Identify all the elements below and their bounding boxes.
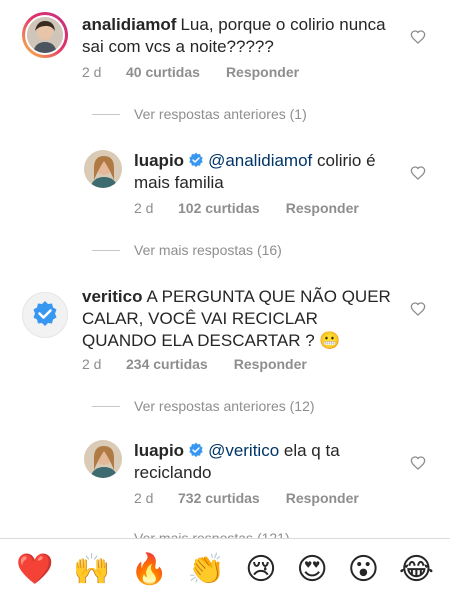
comment-analidiamof: analidiamof Lua, porque o colirio nunca s… (0, 0, 450, 95)
avatar-photo-icon (84, 150, 122, 188)
reply-meta: 2 d 102 curtidas Responder (134, 200, 359, 216)
crying-face-emoji-icon[interactable]: 😢 (245, 552, 276, 588)
reply-button[interactable]: Responder (226, 64, 299, 80)
comment-time: 2 d (82, 64, 102, 80)
avatar-photo-icon (84, 440, 122, 478)
reply-username[interactable]: luapio (134, 441, 184, 460)
view-previous-replies-link[interactable]: Ver respostas anteriores (1) (92, 106, 307, 122)
likes-count[interactable]: 40 curtidas (126, 64, 200, 80)
verified-badge-icon (189, 442, 203, 458)
comment-text: veritico A PERGUNTA QUE NÃO QUER CALAR, V… (82, 286, 392, 352)
verified-badge-icon (189, 152, 203, 168)
heart-icon[interactable] (410, 455, 426, 471)
reply-time: 2 d (134, 490, 154, 506)
reply-luapio-1: luapio @analidiamof colirio é mais famili… (0, 140, 450, 230)
avatar-analidiamof[interactable] (22, 12, 68, 58)
comment-time: 2 d (82, 356, 102, 372)
view-previous-replies-label: Ver respostas anteriores (1) (134, 106, 307, 122)
heart-icon[interactable] (410, 29, 426, 45)
view-previous-replies-label: Ver respostas anteriores (12) (134, 398, 315, 414)
comment-meta: 2 d 234 curtidas Responder (82, 356, 307, 372)
emoji-reaction-bar: ❤️ 🙌 🔥 👏 😢 😍 😮 😂 (0, 538, 450, 600)
comment-username[interactable]: analidiamof (82, 15, 176, 34)
reply-time: 2 d (134, 200, 154, 216)
divider-line (92, 249, 120, 251)
divider-line (92, 113, 120, 115)
view-more-replies-label: Ver mais respostas (16) (134, 242, 282, 258)
reply-text: luapio @veritico ela q ta reciclando (134, 440, 396, 484)
divider-line (92, 405, 120, 407)
mention-link[interactable]: @veritico (208, 441, 279, 460)
reply-button[interactable]: Responder (286, 490, 359, 506)
heart-icon[interactable] (410, 165, 426, 181)
view-more-replies-link[interactable]: Ver mais respostas (16) (92, 242, 282, 258)
clapping-hands-emoji-icon[interactable]: 👏 (188, 552, 225, 588)
mention-link[interactable]: @analidiamof (208, 151, 312, 170)
heart-icon[interactable] (410, 301, 426, 317)
likes-count[interactable]: 732 curtidas (178, 490, 260, 506)
comment-username[interactable]: veritico (82, 287, 142, 306)
raising-hands-emoji-icon[interactable]: 🙌 (73, 552, 110, 588)
reply-meta: 2 d 732 curtidas Responder (134, 490, 359, 506)
comment-text: analidiamof Lua, porque o colirio nunca s… (82, 14, 392, 58)
verified-logo-icon (33, 301, 57, 326)
comment-veritico: veritico A PERGUNTA QUE NÃO QUER CALAR, V… (0, 280, 450, 380)
surprised-face-emoji-icon[interactable]: 😮 (348, 552, 379, 588)
avatar-luapio[interactable] (84, 440, 122, 478)
red-heart-emoji-icon[interactable]: ❤️ (16, 552, 53, 588)
view-previous-replies-link[interactable]: Ver respostas anteriores (12) (92, 398, 315, 414)
comment-meta: 2 d 40 curtidas Responder (82, 64, 299, 80)
reply-button[interactable]: Responder (286, 200, 359, 216)
likes-count[interactable]: 102 curtidas (178, 200, 260, 216)
reply-text: luapio @analidiamof colirio é mais famili… (134, 150, 396, 194)
fire-emoji-icon[interactable]: 🔥 (131, 552, 168, 588)
avatar-veritico[interactable] (22, 292, 68, 338)
reply-luapio-2: luapio @veritico ela q ta reciclando 2 d … (0, 432, 450, 522)
reply-username[interactable]: luapio (134, 151, 184, 170)
likes-count[interactable]: 234 curtidas (126, 356, 208, 372)
tears-of-joy-emoji-icon[interactable]: 😂 (399, 552, 434, 588)
avatar-luapio[interactable] (84, 150, 122, 188)
avatar-photo-icon (27, 17, 63, 53)
reply-button[interactable]: Responder (234, 356, 307, 372)
heart-eyes-emoji-icon[interactable]: 😍 (296, 552, 327, 588)
